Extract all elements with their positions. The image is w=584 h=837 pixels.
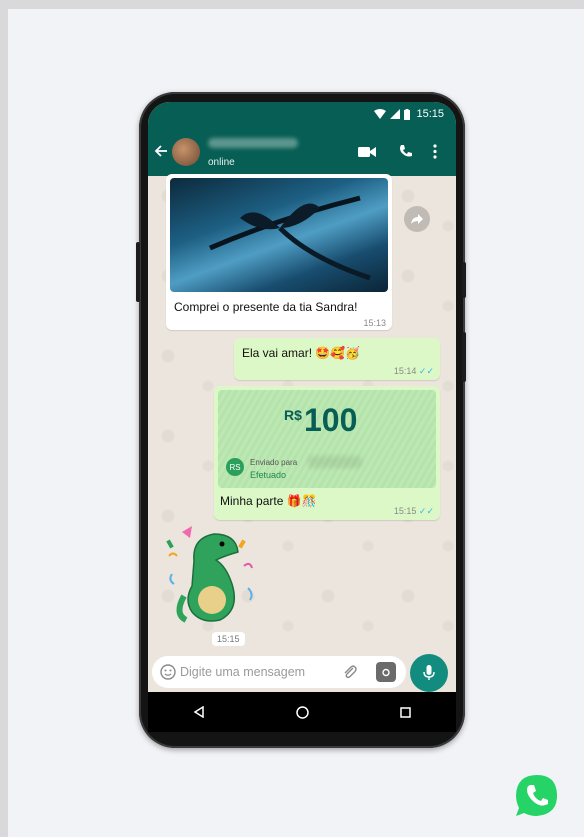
payment-status: Efetuado bbox=[250, 470, 287, 480]
read-ticks-icon: ✓✓ bbox=[418, 506, 434, 516]
nav-home-icon[interactable] bbox=[296, 705, 309, 719]
chat-area[interactable]: Comprei o presente da tia Sandra! 15:13 … bbox=[148, 174, 456, 654]
android-nav-bar bbox=[148, 692, 456, 732]
message-input-bar: Digite uma mensagem bbox=[148, 654, 456, 692]
payment-message[interactable]: R$ 100 RS Enviado para Efetuado Minha pa… bbox=[214, 386, 440, 520]
payment-card[interactable]: R$ 100 RS Enviado para Efetuado bbox=[218, 390, 436, 488]
read-ticks-icon: ✓✓ bbox=[418, 366, 434, 376]
contact-status: online bbox=[208, 157, 235, 168]
forward-icon bbox=[411, 214, 423, 224]
gift-ribbon bbox=[209, 195, 371, 281]
outgoing-text-message[interactable]: Ela vai amar! 🤩🥰🥳 15:14 ✓✓ bbox=[234, 338, 440, 380]
phone-side-button bbox=[136, 242, 140, 302]
payment-recipient-avatar: RS bbox=[226, 458, 244, 476]
nav-back-icon[interactable] bbox=[193, 706, 205, 718]
contact-name-redacted[interactable] bbox=[208, 138, 298, 148]
sticker-time-badge: 15:15 bbox=[212, 632, 245, 646]
attach-icon[interactable] bbox=[342, 664, 358, 680]
emoji-icon[interactable] bbox=[160, 664, 176, 680]
status-time: 15:15 bbox=[416, 108, 444, 120]
wifi-icon bbox=[374, 109, 387, 119]
camera-icon bbox=[382, 668, 390, 677]
phone-power-button bbox=[462, 332, 466, 382]
payment-recipient-redacted bbox=[308, 456, 362, 468]
forward-button[interactable] bbox=[404, 206, 430, 232]
more-menu-icon[interactable] bbox=[433, 144, 437, 159]
payment-caption: Minha parte 🎁🎊 bbox=[220, 494, 317, 508]
phone-screen: 15:15 online Comprei o presente da tia S… bbox=[148, 102, 456, 692]
dinosaur-sticker[interactable] bbox=[164, 526, 260, 626]
mic-button[interactable] bbox=[410, 654, 448, 692]
chat-header: online bbox=[148, 126, 456, 176]
outgoing-text-time: 15:14 ✓✓ bbox=[393, 366, 434, 376]
phone-call-icon[interactable] bbox=[398, 144, 413, 159]
contact-avatar[interactable] bbox=[172, 138, 200, 166]
status-bar: 15:15 bbox=[148, 102, 456, 126]
phone-volume-button bbox=[462, 262, 466, 298]
image-time: 15:13 bbox=[363, 318, 386, 328]
incoming-image-message[interactable]: Comprei o presente da tia Sandra! 15:13 bbox=[166, 174, 392, 330]
back-arrow-icon[interactable] bbox=[154, 144, 168, 158]
signal-icon bbox=[390, 109, 401, 119]
video-call-icon[interactable] bbox=[358, 146, 376, 158]
outgoing-text: Ela vai amar! 🤩🥰🥳 bbox=[242, 346, 361, 360]
mic-icon bbox=[423, 665, 435, 680]
camera-button[interactable] bbox=[376, 662, 396, 682]
gift-photo[interactable] bbox=[170, 178, 388, 292]
message-placeholder: Digite uma mensagem bbox=[180, 665, 306, 679]
payment-amount: 100 bbox=[304, 402, 358, 438]
payment-time: 15:15 ✓✓ bbox=[393, 506, 434, 516]
phone-mockup: 15:15 online Comprei o presente da tia S… bbox=[136, 92, 466, 748]
payment-currency: R$ bbox=[284, 407, 302, 423]
message-input-field[interactable]: Digite uma mensagem bbox=[152, 656, 406, 688]
whatsapp-logo-icon bbox=[516, 775, 558, 816]
battery-icon bbox=[404, 108, 411, 120]
nav-recent-icon[interactable] bbox=[399, 706, 411, 718]
image-caption: Comprei o presente da tia Sandra! bbox=[174, 300, 358, 314]
payment-sent-to: Enviado para bbox=[250, 458, 298, 467]
